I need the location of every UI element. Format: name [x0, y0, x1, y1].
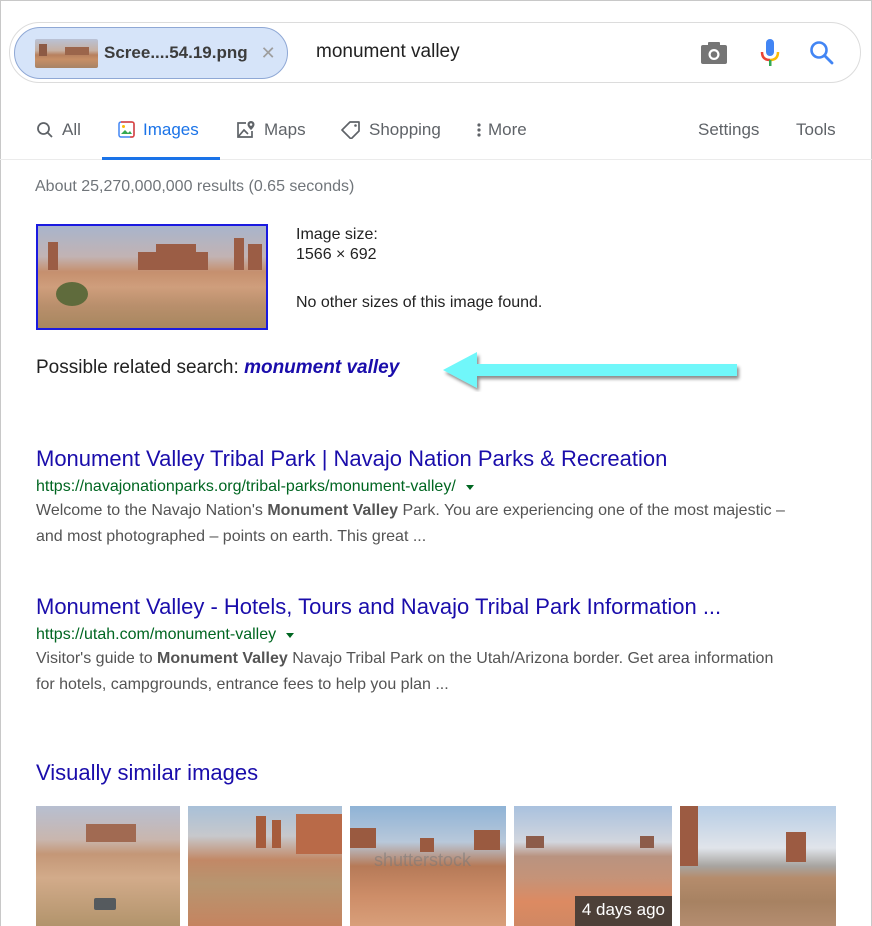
tab-label: Shopping [369, 119, 441, 139]
result-url-text: https://utah.com/monument-valley [36, 626, 277, 643]
similar-image[interactable] [188, 806, 342, 926]
tab-images[interactable]: Images [102, 100, 220, 160]
tools-link[interactable]: Tools [796, 100, 836, 159]
chip-thumbnail [35, 38, 98, 68]
more-vert-icon [476, 122, 482, 138]
image-icon [118, 121, 135, 138]
landscape-image [38, 226, 266, 328]
tab-label: More [488, 119, 527, 139]
query-image-thumbnail[interactable] [36, 224, 268, 330]
caret-down-icon[interactable] [286, 632, 295, 638]
tab-label: Maps [264, 119, 306, 139]
tab-more[interactable]: More [476, 100, 527, 159]
close-icon[interactable]: ✕ [261, 43, 276, 64]
similar-image[interactable]: 4 days ago [514, 806, 672, 926]
result-snippet: Visitor's guide to Monument Valley Navaj… [36, 650, 774, 693]
result-stats: About 25,270,000,000 results (0.65 secon… [35, 178, 355, 195]
result-url: https://navajonationparks.org/tribal-par… [36, 478, 796, 496]
related-search-label: Possible related search: [36, 357, 245, 378]
camera-icon[interactable] [700, 39, 728, 67]
search-result: Monument Valley Tribal Park | Navajo Nat… [36, 446, 796, 550]
result-title-link[interactable]: Monument Valley Tribal Park | Navajo Nat… [36, 446, 796, 472]
visually-similar-heading[interactable]: Visually similar images [36, 760, 258, 786]
image-size-value: 1566 × 692 [296, 246, 377, 263]
no-other-sizes: No other sizes of this image found. [296, 294, 543, 311]
related-search: Possible related search: monument valley [36, 357, 399, 379]
tag-icon [341, 120, 361, 139]
search-result: Monument Valley - Hotels, Tours and Nava… [36, 594, 796, 698]
map-pin-icon [236, 120, 256, 139]
result-url-text: https://navajonationparks.org/tribal-par… [36, 478, 456, 495]
tab-label: All [62, 119, 81, 139]
search-image-chip[interactable]: Scree....54.19.png ✕ [14, 27, 288, 79]
similar-image[interactable] [36, 806, 180, 926]
similar-image[interactable] [680, 806, 836, 926]
image-size-label: Image size: [296, 226, 378, 243]
caret-down-icon[interactable] [465, 484, 474, 490]
result-url: https://utah.com/monument-valley [36, 626, 796, 644]
related-search-link[interactable]: monument valley [244, 357, 399, 378]
tab-maps[interactable]: Maps [236, 100, 306, 159]
tab-shopping[interactable]: Shopping [341, 100, 441, 159]
active-tab-indicator [102, 157, 220, 160]
search-bar[interactable]: Scree....54.19.png ✕ monument valley [9, 22, 861, 83]
similar-image[interactable]: shutterstock [350, 806, 506, 926]
tab-label: Images [143, 119, 199, 139]
tab-all[interactable]: All [36, 100, 81, 159]
result-snippet: Welcome to the Navajo Nation's Monument … [36, 502, 785, 545]
watermark-text: shutterstock [374, 850, 472, 870]
result-title-link[interactable]: Monument Valley - Hotels, Tours and Nava… [36, 594, 796, 620]
search-icon [36, 121, 54, 139]
search-icon[interactable] [808, 39, 836, 67]
microphone-icon[interactable] [756, 39, 784, 67]
search-tabs: All Images Maps Shopping More Settings T… [0, 100, 872, 160]
annotation-arrow-icon [443, 352, 737, 388]
image-size-info: Image size: 1566 × 692 [296, 225, 378, 265]
chip-filename: Scree....54.19.png [104, 43, 248, 62]
image-age-badge: 4 days ago [574, 896, 672, 926]
search-input[interactable]: monument valley [316, 41, 460, 63]
settings-link[interactable]: Settings [698, 100, 759, 159]
